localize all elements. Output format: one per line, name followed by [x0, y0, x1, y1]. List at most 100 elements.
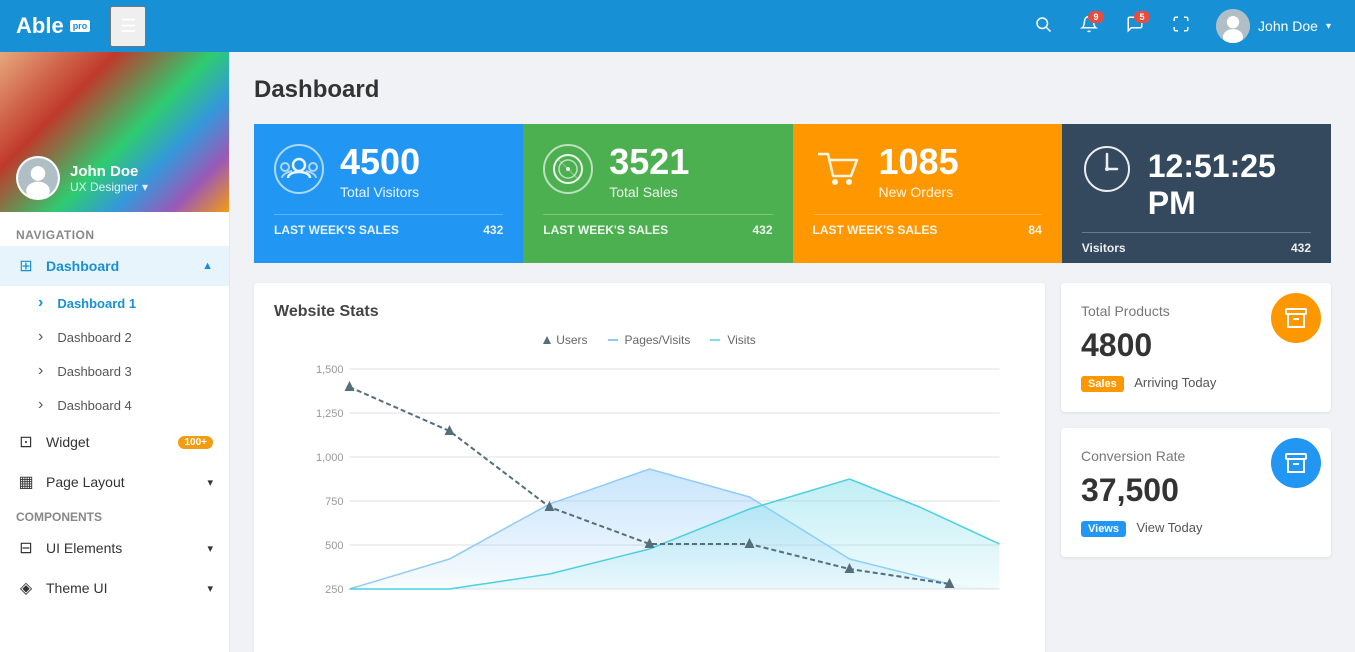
- sidebar-item-dashboard4[interactable]: › Dashboard 4: [0, 388, 229, 422]
- sidebar-item-ui-elements-label: UI Elements: [46, 540, 122, 556]
- chart-legend: Users Pages/Visits Visits: [274, 333, 1025, 347]
- sales-value: 3521: [609, 144, 689, 180]
- conversion-rate-sub: View Today: [1136, 520, 1202, 535]
- bullet-icon: ›: [38, 362, 43, 380]
- topbar: Able pro ☰ 9 5: [0, 0, 1355, 52]
- svg-text:1,250: 1,250: [316, 408, 344, 420]
- conversion-rate-card: Conversion Rate 37,500 Views View Today: [1061, 428, 1331, 557]
- total-products-badge: Sales: [1081, 376, 1124, 392]
- sidebar-item-widget-label: Widget: [46, 434, 90, 450]
- sidebar-item-page-layout-label: Page Layout: [46, 474, 125, 490]
- orders-label: New Orders: [879, 184, 959, 200]
- page-layout-icon: ▦: [16, 472, 36, 492]
- chart-svg: 1,500 1,250 1,000 750 500 250: [274, 359, 1025, 639]
- stat-card-visitors-top: 4500 Total Visitors: [274, 144, 503, 204]
- orders-footer-label: LAST WEEK'S SALES: [813, 223, 938, 237]
- stat-card-time: 12:51:25 PM Visitors 432: [1062, 124, 1331, 263]
- svg-text:250: 250: [325, 584, 343, 596]
- stat-card-visitors: 4500 Total Visitors LAST WEEK'S SALES 43…: [254, 124, 523, 263]
- sidebar-item-dashboard3[interactable]: › Dashboard 3: [0, 354, 229, 388]
- chart-title: Website Stats: [274, 303, 1025, 321]
- bullet-icon: ›: [38, 396, 43, 414]
- hamburger-button[interactable]: ☰: [110, 6, 146, 47]
- sales-label: Total Sales: [609, 184, 689, 200]
- main-layout: John Doe UX Designer ▾ Navigation ⊞ Dash…: [0, 52, 1355, 652]
- visitors-footer: LAST WEEK'S SALES 432: [274, 214, 503, 245]
- stat-card-orders: 1085 New Orders LAST WEEK'S SALES 84: [793, 124, 1062, 263]
- widget-badge: 100+: [178, 436, 213, 449]
- bottom-layout: Website Stats Users Pages/Visits Visits: [254, 283, 1331, 652]
- bullet-icon: ›: [38, 294, 43, 312]
- notifications-badge: 9: [1088, 11, 1104, 23]
- right-panel: Total Products 4800 Sales Arriving Today…: [1061, 283, 1331, 652]
- legend-visits-icon: [710, 339, 720, 341]
- sidebar-item-widget[interactable]: ⊡ Widget 100+: [0, 422, 229, 462]
- legend-pages-label: Pages/Visits: [625, 333, 691, 347]
- sidebar-banner: John Doe UX Designer ▾: [0, 52, 229, 212]
- logo: Able pro: [16, 13, 90, 39]
- stat-card-sales-top: 3521 Total Sales: [543, 144, 772, 204]
- sidebar-item-dashboard[interactable]: ⊞ Dashboard ▲: [0, 246, 229, 286]
- main-content: Dashboard: [230, 52, 1355, 652]
- user-menu[interactable]: John Doe ▾: [1208, 5, 1339, 47]
- clock-time: 12:51:25 PM: [1148, 148, 1311, 222]
- notifications-button[interactable]: 9: [1070, 9, 1108, 44]
- visitors-label: Total Visitors: [340, 184, 420, 200]
- legend-pages-icon: [608, 339, 618, 341]
- total-products-sub: Arriving Today: [1134, 375, 1216, 390]
- theme-ui-icon: ◈: [16, 578, 36, 598]
- orders-footer-value: 84: [1028, 223, 1041, 237]
- sidebar-user-name: John Doe: [70, 163, 148, 180]
- conversion-rate-footer: Views View Today: [1081, 519, 1311, 537]
- sidebar-item-dashboard4-label: Dashboard 4: [57, 398, 131, 413]
- messages-badge: 5: [1134, 11, 1150, 23]
- total-products-card: Total Products 4800 Sales Arriving Today: [1061, 283, 1331, 412]
- legend-pages: Pages/Visits: [608, 333, 691, 347]
- sidebar-avatar: [16, 156, 60, 200]
- sidebar-item-dashboard2[interactable]: › Dashboard 2: [0, 320, 229, 354]
- clock-icon: [1082, 144, 1132, 204]
- sidebar: John Doe UX Designer ▾ Navigation ⊞ Dash…: [0, 52, 230, 652]
- sidebar-user-info: John Doe UX Designer ▾: [16, 156, 148, 200]
- total-products-icon: [1271, 293, 1321, 343]
- dashboard-arrow-icon: ▲: [202, 260, 213, 272]
- sidebar-item-dashboard-label: Dashboard: [46, 258, 119, 274]
- sidebar-item-theme-ui-label: Theme UI: [46, 580, 107, 596]
- time-footer-label: Visitors: [1082, 241, 1126, 255]
- total-products-footer: Sales Arriving Today: [1081, 374, 1311, 392]
- legend-visits-label: Visits: [727, 333, 755, 347]
- nav-section: Navigation ⊞ Dashboard ▲ › Dashboard 1 ›…: [0, 212, 229, 612]
- page-layout-arrow-icon: ▾: [207, 476, 213, 489]
- search-button[interactable]: [1024, 9, 1062, 44]
- logo-text: Able: [16, 13, 64, 39]
- sales-footer-label: LAST WEEK'S SALES: [543, 223, 668, 237]
- sidebar-item-dashboard3-label: Dashboard 3: [57, 364, 131, 379]
- conversion-rate-badge: Views: [1081, 521, 1126, 537]
- sales-icon: [543, 144, 593, 204]
- sales-footer-value: 432: [752, 223, 772, 237]
- website-stats-chart: Website Stats Users Pages/Visits Visits: [254, 283, 1045, 652]
- legend-visits: Visits: [710, 333, 755, 347]
- components-section-title: Components: [0, 502, 229, 528]
- stat-cards-row: 4500 Total Visitors LAST WEEK'S SALES 43…: [254, 124, 1331, 263]
- sidebar-item-theme-ui[interactable]: ◈ Theme UI ▾: [0, 568, 229, 608]
- stat-card-orders-top: 1085 New Orders: [813, 144, 1042, 204]
- visitors-footer-label: LAST WEEK'S SALES: [274, 223, 399, 237]
- sidebar-item-ui-elements[interactable]: ⊟ UI Elements ▾: [0, 528, 229, 568]
- svg-text:1,500: 1,500: [316, 364, 344, 376]
- svg-text:1,000: 1,000: [316, 452, 344, 464]
- sidebar-item-page-layout[interactable]: ▦ Page Layout ▾: [0, 462, 229, 502]
- orders-footer: LAST WEEK'S SALES 84: [813, 214, 1042, 245]
- bullet-icon: ›: [38, 328, 43, 346]
- time-footer: Visitors 432: [1082, 232, 1311, 263]
- sidebar-item-dashboard2-label: Dashboard 2: [57, 330, 131, 345]
- conversion-rate-icon: [1271, 438, 1321, 488]
- sidebar-item-dashboard1[interactable]: › Dashboard 1: [0, 286, 229, 320]
- fullscreen-button[interactable]: [1162, 9, 1200, 44]
- svg-text:500: 500: [325, 540, 343, 552]
- visitors-icon: [274, 144, 324, 204]
- theme-ui-arrow-icon: ▾: [207, 582, 213, 595]
- messages-button[interactable]: 5: [1116, 9, 1154, 44]
- legend-users-icon: [543, 336, 551, 344]
- widget-icon: ⊡: [16, 432, 36, 452]
